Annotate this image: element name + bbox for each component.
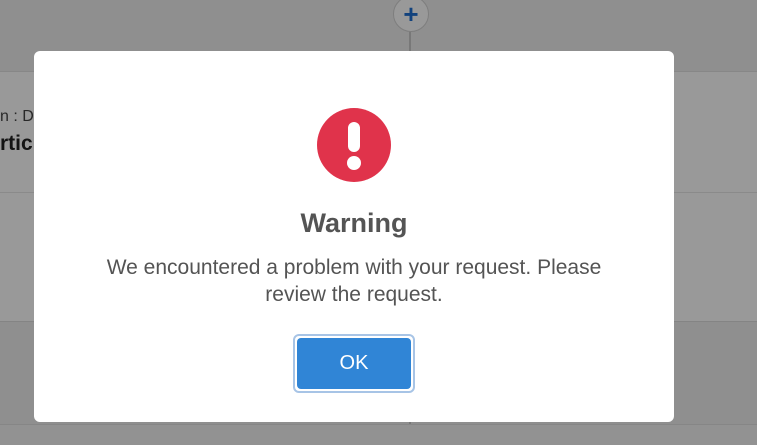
exclamation-bar	[348, 122, 360, 152]
exclamation-dot	[347, 156, 361, 170]
ok-button-label: OK	[297, 338, 411, 389]
dialog-title: Warning	[300, 208, 408, 238]
exclamation-icon	[317, 108, 391, 182]
warning-dialog: Warning We encountered a problem with yo…	[34, 51, 674, 422]
dialog-message: We encountered a problem with your reque…	[106, 256, 602, 306]
ok-button[interactable]: OK	[293, 334, 415, 393]
app-screen: + n : D rticl Warning We encountered a p…	[0, 0, 757, 445]
